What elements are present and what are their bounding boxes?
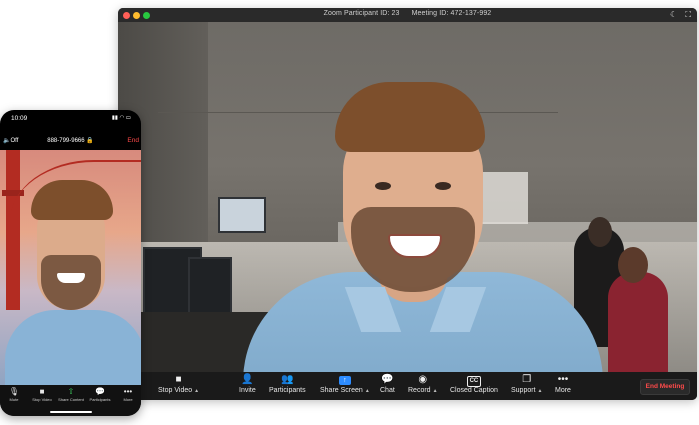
meeting-toolbar: ■ Stop Video ▲ 👤 Invite 👥 Participants ↑ … [118,372,697,400]
participants-icon: 👥 [281,374,294,385]
meeting-id: Meeting ID: 472-137-992 [411,10,492,17]
end-meeting-button[interactable]: End Meeting [640,379,690,395]
phone-speaker-figure [5,170,141,385]
closed-caption-button[interactable]: CC Closed Caption [450,374,498,394]
video-camera-icon: ■ [175,374,182,385]
phone-mute-button[interactable]: 🎙 Mute [0,387,28,402]
chevron-up-icon[interactable]: ▲ [194,388,199,394]
share-screen-button[interactable]: ↑ Share Screen ▲ [320,374,370,394]
phone-speaker-shirt [5,310,141,385]
chat-icon: 💬 [381,374,394,385]
home-indicator[interactable] [50,411,92,413]
record-button[interactable]: ◉ Record ▲ [408,374,438,394]
phone-time: 10:09 [11,115,28,122]
participants-button[interactable]: 👥 Participants [269,374,306,394]
support-button[interactable]: ❐ Support ▲ [511,374,542,394]
more-icon: ••• [557,374,569,385]
window-title: Zoom Participant ID: 23 Meeting ID: 472-… [118,10,697,17]
zoom-desktop-window: Zoom Participant ID: 23 Meeting ID: 472-… [118,8,697,400]
signal-wifi-battery-icon: ▮▮ ◠ ▭ [111,115,131,121]
more-icon: ••• [123,387,133,396]
phone-share-content-button[interactable]: ⇧ Share Content [57,387,85,402]
share-screen-icon: ↑ [338,376,351,385]
zoom-mobile-phone: 10:09 ▮▮ ◠ ▭ 🔈Off 888-799-9666 🔒 End 🎙 M… [0,110,141,416]
fullscreen-icon[interactable]: ⛶ [685,10,691,19]
participants-icon: 💬 [95,387,105,396]
speaker-hair [335,82,485,152]
speaker-eye [375,182,391,190]
support-icon: ❐ [522,374,532,385]
background-person-head [588,217,612,247]
record-icon: ◉ [418,374,428,385]
phone-participants-button[interactable]: 💬 Participants [86,387,114,402]
more-button[interactable]: ••• More [555,374,571,394]
phone-toolbar: 🎙 Mute ■ Stop Video ⇧ Share Content 💬 Pa… [0,385,141,416]
phone-video-feed [0,150,141,385]
phone-status-bar: 10:09 ▮▮ ◠ ▭ [0,110,141,128]
microphone-icon: 🎙 [8,387,20,396]
background-person-head [618,247,648,283]
share-content-icon: ⇧ [67,387,75,396]
add-person-icon: 👤 [241,374,254,385]
invite-button[interactable]: 👤 Invite [239,374,256,394]
moon-icon[interactable]: ☾ [670,10,677,19]
phone-speaker-smile [57,273,85,283]
video-camera-icon: ■ [39,387,45,396]
phone-number: 888-799-9666 🔒 [47,138,94,144]
speaker-figure [243,72,603,379]
phone-end-button[interactable]: End [127,137,139,144]
title-bar-controls: ☾ ⛶ [664,10,691,20]
stop-video-button[interactable]: ■ Stop Video ▲ [158,374,199,394]
chevron-up-icon[interactable]: ▲ [538,388,543,394]
closed-caption-icon: CC [466,376,481,387]
phone-speaker-hair [31,180,113,220]
phone-stop-video-button[interactable]: ■ Stop Video [28,387,56,402]
background-person [608,272,668,379]
lock-icon: 🔒 [86,138,94,144]
chevron-up-icon[interactable]: ▲ [433,388,438,394]
phone-call-header: 🔈Off 888-799-9666 🔒 End [0,134,141,148]
chat-button[interactable]: 💬 Chat [380,374,395,394]
main-video-feed [118,22,697,379]
title-bar: Zoom Participant ID: 23 Meeting ID: 472-… [118,8,697,22]
participant-id: Zoom Participant ID: 23 [323,10,400,17]
chevron-up-icon[interactable]: ▲ [365,388,370,394]
phone-more-button[interactable]: ••• More [114,387,141,402]
speaker-eye [435,182,451,190]
